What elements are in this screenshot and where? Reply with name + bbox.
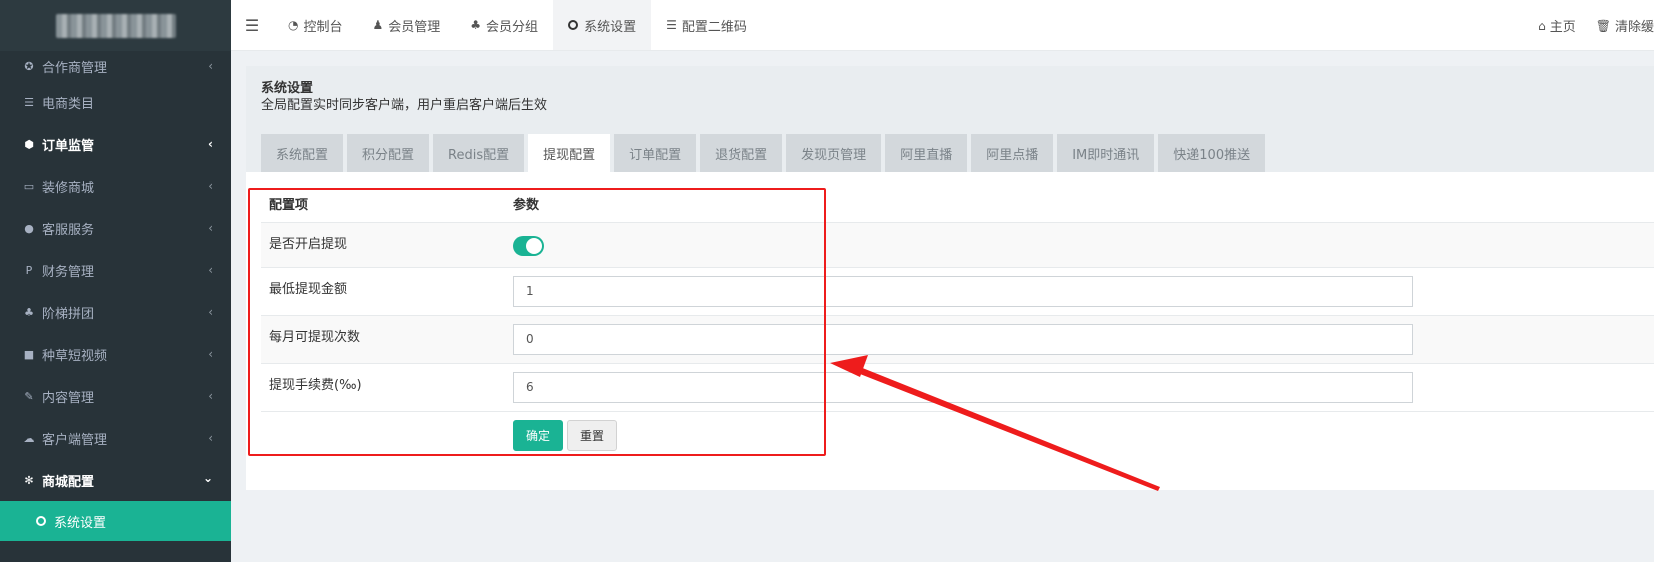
sidebar-item-label: 客服服务 [42,222,95,238]
hamburger-menu-icon[interactable]: ☰ [231,0,273,50]
sidebar-item-orders[interactable]: ⬢ 订单监管 ‹ [0,123,231,165]
chevron-left-icon: ‹ [208,263,213,277]
chevron-left-icon: ‹ [208,431,213,445]
cube-icon: ⬢ [24,137,34,151]
clear-label: 清除缓 [1614,20,1654,35]
home-label: 主页 [1549,20,1576,35]
chevron-left-icon: ‹ [208,305,213,319]
tab-order-config[interactable]: 订单配置 [614,134,697,172]
top-navbar: ☰ ◔ 控制台 ♟ 会员管理 ♣ 会员分组 系统设置 ☰ 配置二维码 ⌂ 主页 🗑 清除缓 [231,0,1654,51]
annotation-arrow [830,355,1160,491]
sidebar-item-label: 财务管理 [42,264,95,280]
chevron-left-icon: ‹ [208,179,213,193]
tab-discover-page[interactable]: 发现页管理 [786,134,882,172]
tab-return-config[interactable]: 退货配置 [700,134,783,172]
tab-label: 会员管理 [388,19,441,35]
tab-qrcode-config[interactable]: ☰ 配置二维码 [651,0,762,50]
sidebar-subitem-label: 系统设置 [54,515,107,531]
sidebar-menu: ✪ 合作商管理 ‹ ☰ 电商类目 ⬢ 订单监管 ‹ ▭ 装修商城 ‹ ● 客服服务 ‹ P 财务管理… [0,51,231,501]
chevron-left-icon: ‹ [208,137,213,151]
video-icon: ■ [23,347,35,361]
clear-cache-link[interactable]: 🗑 清除缓 [1586,16,1654,36]
trash-icon: 🗑 [1595,18,1611,33]
sidebar-item-label: 订单监管 [42,138,95,154]
edit-icon: ✎ [24,389,34,403]
tab-label: 控制台 [303,19,343,35]
chevron-left-icon: ‹ [208,347,213,361]
desktop-icon: ▭ [23,179,35,193]
home-link[interactable]: ⌂ 主页 [1528,16,1586,36]
page-subtitle: 全局配置实时同步客户端，用户重启客户端后生效 [261,98,548,113]
user-icon: ♟ [372,18,384,32]
sidebar-item-label: 商城配置 [42,474,95,490]
paypal-icon: P [25,263,33,277]
sidebar-item-service[interactable]: ● 客服服务 ‹ [0,207,231,249]
tab-points-config[interactable]: 积分配置 [347,134,430,172]
sidebar-item-mall-config[interactable]: ✻ 商城配置 ⌄ [0,459,231,501]
users-icon: ♣ [24,305,34,319]
sidebar-item-client[interactable]: ☁ 客户端管理 ‹ [0,417,231,459]
tab-kuaidi100[interactable]: 快递100推送 [1158,134,1266,172]
page-title: 系统设置 [261,81,314,96]
tab-label: 会员分组 [486,19,539,35]
sidebar-item-decorate[interactable]: ▭ 装修商城 ‹ [0,165,231,207]
dashboard-icon: ◔ [288,18,299,32]
users-icon: ♣ [470,18,482,32]
sidebar-subitem-system-settings[interactable]: 系统设置 [0,501,231,541]
sidebar-item-label: 内容管理 [42,390,95,406]
tab-label: 配置二维码 [681,19,747,35]
tab-redis-config[interactable]: Redis配置 [433,134,525,172]
list-icon: ☰ [24,95,34,109]
top-right-actions: ⌂ 主页 🗑 清除缓 [1528,0,1654,51]
sidebar-item-label: 客户端管理 [42,432,108,448]
home-icon: ⌂ [1538,18,1546,33]
tab-im[interactable]: IM即时通讯 [1057,134,1155,172]
cloud-icon: ☁ [23,431,35,445]
chevron-left-icon: ‹ [208,59,213,73]
sidebar-item-groupbuy[interactable]: ♣ 阶梯拼团 ‹ [0,291,231,333]
tab-ali-live[interactable]: 阿里直播 [885,134,968,172]
sidebar-item-content[interactable]: ✎ 内容管理 ‹ [0,375,231,417]
sidebar-item-label: 阶梯拼团 [42,306,95,322]
sidebar-item-video[interactable]: ■ 种草短视频 ‹ [0,333,231,375]
sidebar-item-finance[interactable]: P 财务管理 ‹ [0,249,231,291]
list-icon: ☰ [666,18,677,32]
tab-dashboard[interactable]: ◔ 控制台 [273,0,358,50]
handshake-icon: ✪ [24,59,34,73]
gear-icon: ✻ [24,473,34,487]
circle-icon [568,20,579,30]
tab-label: 系统设置 [584,19,637,35]
sidebar-item-label: 电商类目 [42,96,95,112]
logo [0,0,231,51]
panel-header: 系统设置 全局配置实时同步客户端，用户重启客户端后生效 系统配置 积分配置 Re… [246,66,1654,172]
tab-ali-vod[interactable]: 阿里点播 [971,134,1054,172]
tab-system-settings[interactable]: 系统设置 [553,0,652,50]
tab-withdraw-config[interactable]: 提现配置 [528,134,611,172]
tab-members[interactable]: ♟ 会员管理 [358,0,456,50]
sidebar: ✪ 合作商管理 ‹ ☰ 电商类目 ⬢ 订单监管 ‹ ▭ 装修商城 ‹ ● 客服服务 ‹ P 财务管理… [0,0,231,562]
annotation-highlight-box [248,188,826,456]
config-tabs: 系统配置 积分配置 Redis配置 提现配置 订单配置 退货配置 发现页管理 阿… [261,134,1269,172]
sidebar-item-category[interactable]: ☰ 电商类目 [0,81,231,123]
chevron-down-icon: ⌄ [202,471,213,485]
sidebar-item-label: 合作商管理 [42,60,108,76]
circle-icon [36,516,46,526]
chevron-left-icon: ‹ [208,389,213,403]
blurred-logo [55,13,176,38]
tab-member-groups[interactable]: ♣ 会员分组 [455,0,553,50]
comments-icon: ● [24,221,34,235]
sidebar-item-label: 装修商城 [42,180,95,196]
arrow-shaft [832,359,1160,491]
chevron-left-icon: ‹ [208,221,213,235]
sidebar-item-partner[interactable]: ✪ 合作商管理 ‹ [0,51,231,81]
sidebar-item-label: 种草短视频 [42,348,108,364]
tab-system-config[interactable]: 系统配置 [261,134,344,172]
